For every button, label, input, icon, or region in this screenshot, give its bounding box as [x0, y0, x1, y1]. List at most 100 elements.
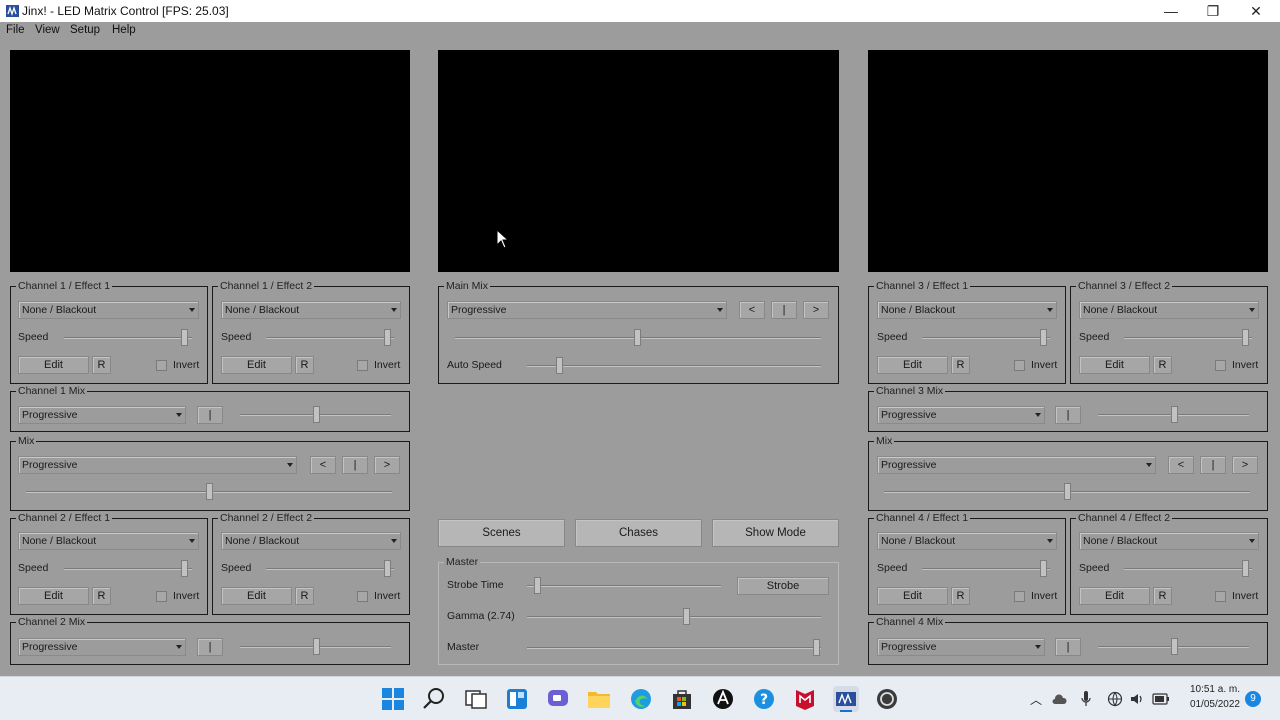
edit-button[interactable]: Edit: [1079, 356, 1150, 374]
strobe-time-slider-thumb[interactable]: [534, 577, 541, 594]
invert-checkbox[interactable]: [357, 360, 368, 371]
strobe-time-slider-track[interactable]: [527, 585, 721, 587]
invert-checkbox[interactable]: [1215, 591, 1226, 602]
right-mix-prev-button[interactable]: <: [1168, 456, 1194, 474]
reset-button[interactable]: R: [1153, 356, 1172, 374]
channel1-effect1-select[interactable]: None / Blackout: [18, 301, 199, 319]
cloud-icon[interactable]: [1051, 692, 1067, 706]
reset-button[interactable]: R: [951, 587, 970, 605]
menu-file[interactable]: File: [6, 24, 25, 36]
edit-button[interactable]: Edit: [877, 587, 948, 605]
channel4-effect2-select[interactable]: None / Blackout: [1079, 532, 1259, 550]
invert-checkbox[interactable]: [156, 591, 167, 602]
speed-slider-thumb[interactable]: [384, 560, 391, 577]
speed-slider-track[interactable]: [922, 568, 1050, 570]
main-mix-prev-button[interactable]: <: [739, 301, 765, 319]
invert-checkbox[interactable]: [1014, 591, 1025, 602]
invert-checkbox[interactable]: [156, 360, 167, 371]
notification-badge[interactable]: 9: [1245, 691, 1261, 707]
clock-date[interactable]: 01/05/2022: [1184, 699, 1240, 710]
speed-slider-track[interactable]: [64, 337, 192, 339]
channel2-mix-pause-button[interactable]: |: [197, 638, 223, 656]
store-icon[interactable]: [669, 686, 695, 712]
right-mix-next-button[interactable]: >: [1232, 456, 1258, 474]
speed-slider-thumb[interactable]: [181, 329, 188, 346]
speed-slider-thumb[interactable]: [1040, 560, 1047, 577]
channel2-mix-select[interactable]: Progressive: [18, 638, 186, 656]
scenes-button[interactable]: Scenes: [438, 519, 565, 547]
edit-button[interactable]: Edit: [221, 356, 292, 374]
channel4-mix-slider-thumb[interactable]: [1171, 638, 1178, 655]
show-mode-button[interactable]: Show Mode: [712, 519, 839, 547]
main-mix-pause-button[interactable]: |: [771, 301, 797, 319]
help-icon[interactable]: ?: [751, 686, 777, 712]
channel4-effect1-select[interactable]: None / Blackout: [877, 532, 1057, 550]
invert-checkbox[interactable]: [1215, 360, 1226, 371]
channel2-effect1-select[interactable]: None / Blackout: [18, 532, 199, 550]
edit-button[interactable]: Edit: [1079, 587, 1150, 605]
main-mix-select[interactable]: Progressive: [447, 301, 727, 319]
channel4-mix-select[interactable]: Progressive: [877, 638, 1045, 656]
right-mix-select[interactable]: Progressive: [877, 456, 1156, 474]
mcafee-icon[interactable]: [792, 686, 818, 712]
master-slider-track[interactable]: [527, 647, 821, 649]
tray-chevron-up-icon[interactable]: ︿: [1030, 691, 1042, 708]
auto-speed-slider-track[interactable]: [527, 365, 821, 367]
speed-slider-thumb[interactable]: [1242, 329, 1249, 346]
speed-slider-track[interactable]: [1124, 568, 1252, 570]
channel1-mix-slider-thumb[interactable]: [313, 406, 320, 423]
channel1-mix-pause-button[interactable]: |: [197, 406, 223, 424]
chases-button[interactable]: Chases: [575, 519, 702, 547]
channel1-mix-select[interactable]: Progressive: [18, 406, 186, 424]
minimize-button[interactable]: —: [1150, 0, 1192, 22]
edit-button[interactable]: Edit: [18, 587, 89, 605]
channel1-effect2-select[interactable]: None / Blackout: [221, 301, 401, 319]
search-icon[interactable]: [421, 686, 447, 712]
menu-view[interactable]: View: [35, 24, 60, 36]
main-mix-slider-thumb[interactable]: [634, 329, 641, 346]
right-mix-pause-button[interactable]: |: [1200, 456, 1226, 474]
channel3-mix-pause-button[interactable]: |: [1055, 406, 1081, 424]
reset-button[interactable]: R: [951, 356, 970, 374]
chat-icon[interactable]: [545, 686, 571, 712]
left-mix-prev-button[interactable]: <: [310, 456, 336, 474]
menu-help[interactable]: Help: [112, 24, 136, 36]
invert-checkbox[interactable]: [357, 591, 368, 602]
speed-slider-thumb[interactable]: [1040, 329, 1047, 346]
menu-setup[interactable]: Setup: [70, 24, 100, 36]
close-button[interactable]: ✕: [1235, 0, 1277, 22]
globe-icon[interactable]: [1107, 691, 1123, 707]
jinx-app-icon[interactable]: [833, 686, 859, 712]
speed-slider-track[interactable]: [922, 337, 1050, 339]
gamma-slider-thumb[interactable]: [683, 608, 690, 625]
left-mix-pause-button[interactable]: |: [342, 456, 368, 474]
channel3-mix-slider-thumb[interactable]: [1171, 406, 1178, 423]
master-slider-thumb[interactable]: [813, 639, 820, 656]
edit-button[interactable]: Edit: [877, 356, 948, 374]
reset-button[interactable]: R: [92, 356, 111, 374]
speed-slider-track[interactable]: [266, 568, 394, 570]
channel3-effect2-select[interactable]: None / Blackout: [1079, 301, 1259, 319]
widgets-icon[interactable]: [504, 686, 530, 712]
edit-button[interactable]: Edit: [221, 587, 292, 605]
speed-slider-thumb[interactable]: [384, 329, 391, 346]
task-view-icon[interactable]: [463, 686, 489, 712]
main-mix-next-button[interactable]: >: [803, 301, 829, 319]
left-mix-next-button[interactable]: >: [374, 456, 400, 474]
left-mix-slider-thumb[interactable]: [206, 483, 213, 500]
strobe-button[interactable]: Strobe: [737, 577, 829, 595]
maximize-button[interactable]: ❐: [1192, 0, 1234, 22]
channel2-mix-slider-thumb[interactable]: [313, 638, 320, 655]
reset-button[interactable]: R: [295, 587, 314, 605]
windows-start-icon[interactable]: [380, 686, 406, 712]
channel4-mix-pause-button[interactable]: |: [1055, 638, 1081, 656]
auto-speed-slider-thumb[interactable]: [556, 357, 563, 374]
app-logo-icon[interactable]: [710, 686, 736, 712]
channel2-effect2-select[interactable]: None / Blackout: [221, 532, 401, 550]
microphone-icon[interactable]: [1080, 690, 1092, 708]
speed-slider-track[interactable]: [1124, 337, 1252, 339]
speed-slider-track[interactable]: [64, 568, 192, 570]
reset-button[interactable]: R: [1153, 587, 1172, 605]
left-mix-select[interactable]: Progressive: [18, 456, 297, 474]
clock-time[interactable]: 10:51 a. m.: [1184, 684, 1240, 695]
